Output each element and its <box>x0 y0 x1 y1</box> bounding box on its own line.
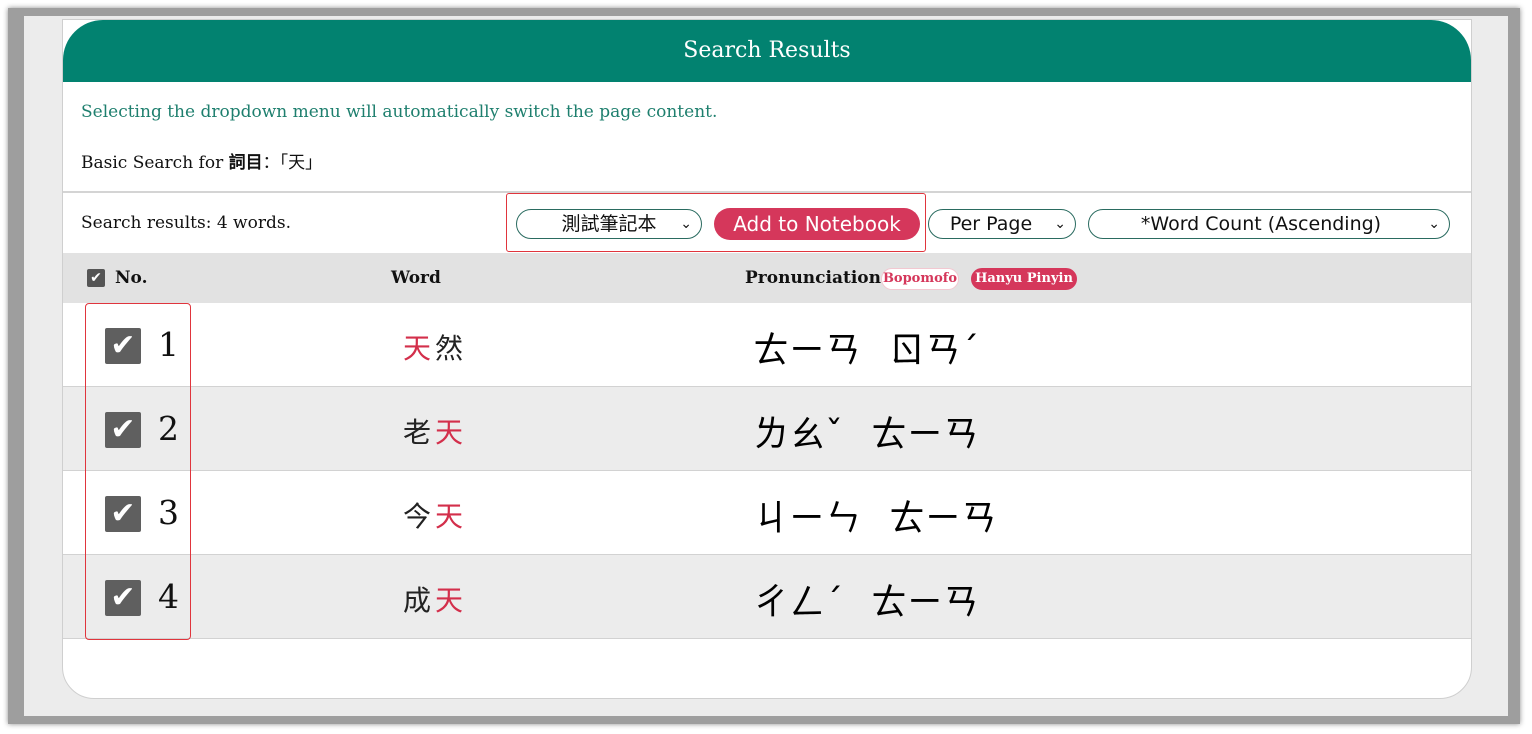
header-pronunciation: Pronunciation <box>745 268 881 288</box>
basic-search-term: ：「天」 <box>262 153 323 173</box>
dropdown-notice: Selecting the dropdown menu will automat… <box>81 102 718 122</box>
basic-search-summary: Basic Search for 詞目：「天」 <box>81 148 322 173</box>
syllable: ㄊㄧㄢ <box>871 414 980 455</box>
sort-select-value: *Word Count (Ascending) <box>1140 213 1382 235</box>
syllable: ㄐㄧㄣ <box>753 498 862 539</box>
row-word[interactable]: 天然 <box>403 327 467 367</box>
syllable: ㄖㄢˊ <box>889 330 980 371</box>
bopomofo-toggle[interactable]: Bopomofo <box>881 268 959 290</box>
word-part: 成 <box>403 584 436 617</box>
row-word[interactable]: 成天 <box>403 579 467 619</box>
notebook-select[interactable]: 測試筆記本 ⌄ <box>516 209 702 239</box>
per-page-select-value: Per Page <box>949 213 1033 235</box>
basic-search-field: 詞目 <box>228 153 263 173</box>
select-all-checkbox[interactable]: ✔ <box>87 269 105 287</box>
syllable: ㄔㄥˊ <box>753 582 844 623</box>
word-part: 老 <box>403 416 436 449</box>
syllable: ㄊㄧㄢ <box>871 582 980 623</box>
table-row: ✔ 3 今天 ㄐㄧㄣ ㄊㄧㄢ <box>63 471 1471 555</box>
notebook-select-value: 測試筆記本 <box>561 213 657 235</box>
chevron-down-icon: ⌄ <box>1054 216 1066 232</box>
header-no: No. <box>115 268 148 288</box>
word-part: 今 <box>403 500 436 533</box>
row-pronunciation: ㄊㄧㄢ ㄖㄢˊ <box>753 321 1007 373</box>
per-page-select[interactable]: Per Page ⌄ <box>928 209 1076 239</box>
row-pronunciation: ㄔㄥˊ ㄊㄧㄢ <box>753 573 1007 625</box>
sort-select[interactable]: *Word Count (Ascending) ⌄ <box>1088 209 1450 239</box>
table-row: ✔ 1 天然 ㄊㄧㄢ ㄖㄢˊ <box>63 303 1471 387</box>
syllable: ㄌㄠˇ <box>753 414 844 455</box>
table-row: ✔ 4 成天 ㄔㄥˊ ㄊㄧㄢ <box>63 555 1471 639</box>
table-row: ✔ 2 老天 ㄌㄠˇ ㄊㄧㄢ <box>63 387 1471 471</box>
syllable: ㄊㄧㄢ <box>753 330 862 371</box>
chevron-down-icon: ⌄ <box>1428 216 1440 232</box>
header-word: Word <box>391 268 441 288</box>
number-column-highlight-box <box>85 303 191 640</box>
word-part: 然 <box>435 332 468 365</box>
results-count: Search results: 4 words. <box>81 213 291 233</box>
syllable: ㄊㄧㄢ <box>889 498 998 539</box>
basic-search-prefix: Basic Search for <box>81 153 224 173</box>
row-pronunciation: ㄌㄠˇ ㄊㄧㄢ <box>753 405 1007 457</box>
hanyu-pinyin-toggle[interactable]: Hanyu Pinyin <box>971 268 1077 290</box>
word-highlight: 天 <box>435 500 468 533</box>
word-highlight: 天 <box>403 332 436 365</box>
row-word[interactable]: 老天 <box>403 411 467 451</box>
word-highlight: 天 <box>435 416 468 449</box>
word-highlight: 天 <box>435 584 468 617</box>
table-header: ✔ No. Word Pronunciation Bopomofo Hanyu … <box>63 253 1471 303</box>
row-word[interactable]: 今天 <box>403 495 467 535</box>
chevron-down-icon: ⌄ <box>680 216 692 232</box>
search-results-card: Search Results Selecting the dropdown me… <box>62 19 1472 699</box>
row-pronunciation: ㄐㄧㄣ ㄊㄧㄢ <box>753 489 1025 541</box>
add-to-notebook-button[interactable]: Add to Notebook <box>714 208 920 240</box>
card-title: Search Results <box>63 20 1471 82</box>
